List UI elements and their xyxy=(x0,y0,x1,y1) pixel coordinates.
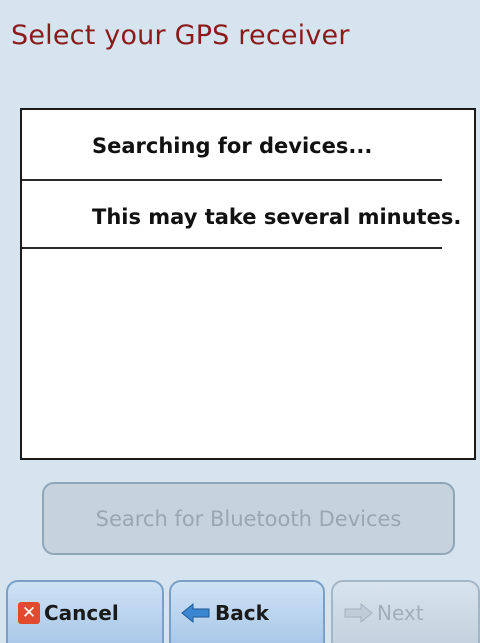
page-title: Select your GPS receiver xyxy=(11,20,350,51)
wait-notice-text: This may take several minutes. xyxy=(92,205,462,229)
list-item: This may take several minutes. xyxy=(22,181,461,249)
back-button[interactable]: Back xyxy=(169,580,325,643)
cancel-label: Cancel xyxy=(44,601,119,625)
search-bluetooth-button[interactable]: Search for Bluetooth Devices xyxy=(42,482,455,555)
next-button[interactable]: Next xyxy=(331,580,480,643)
bottom-nav-bar: ✕ Cancel Back Next xyxy=(0,580,480,643)
list-item: Searching for devices... xyxy=(22,110,442,181)
back-label: Back xyxy=(215,601,269,625)
search-bluetooth-label: Search for Bluetooth Devices xyxy=(95,506,402,531)
close-icon: ✕ xyxy=(18,602,40,624)
back-arrow-icon xyxy=(181,602,211,624)
searching-status-text: Searching for devices... xyxy=(92,134,373,158)
device-list[interactable]: Searching for devices... This may take s… xyxy=(20,108,476,460)
gps-receiver-screen: Select your GPS receiver Searching for d… xyxy=(0,0,480,643)
next-label: Next xyxy=(377,601,424,625)
cancel-button[interactable]: ✕ Cancel xyxy=(6,580,164,643)
forward-arrow-icon xyxy=(343,602,373,624)
